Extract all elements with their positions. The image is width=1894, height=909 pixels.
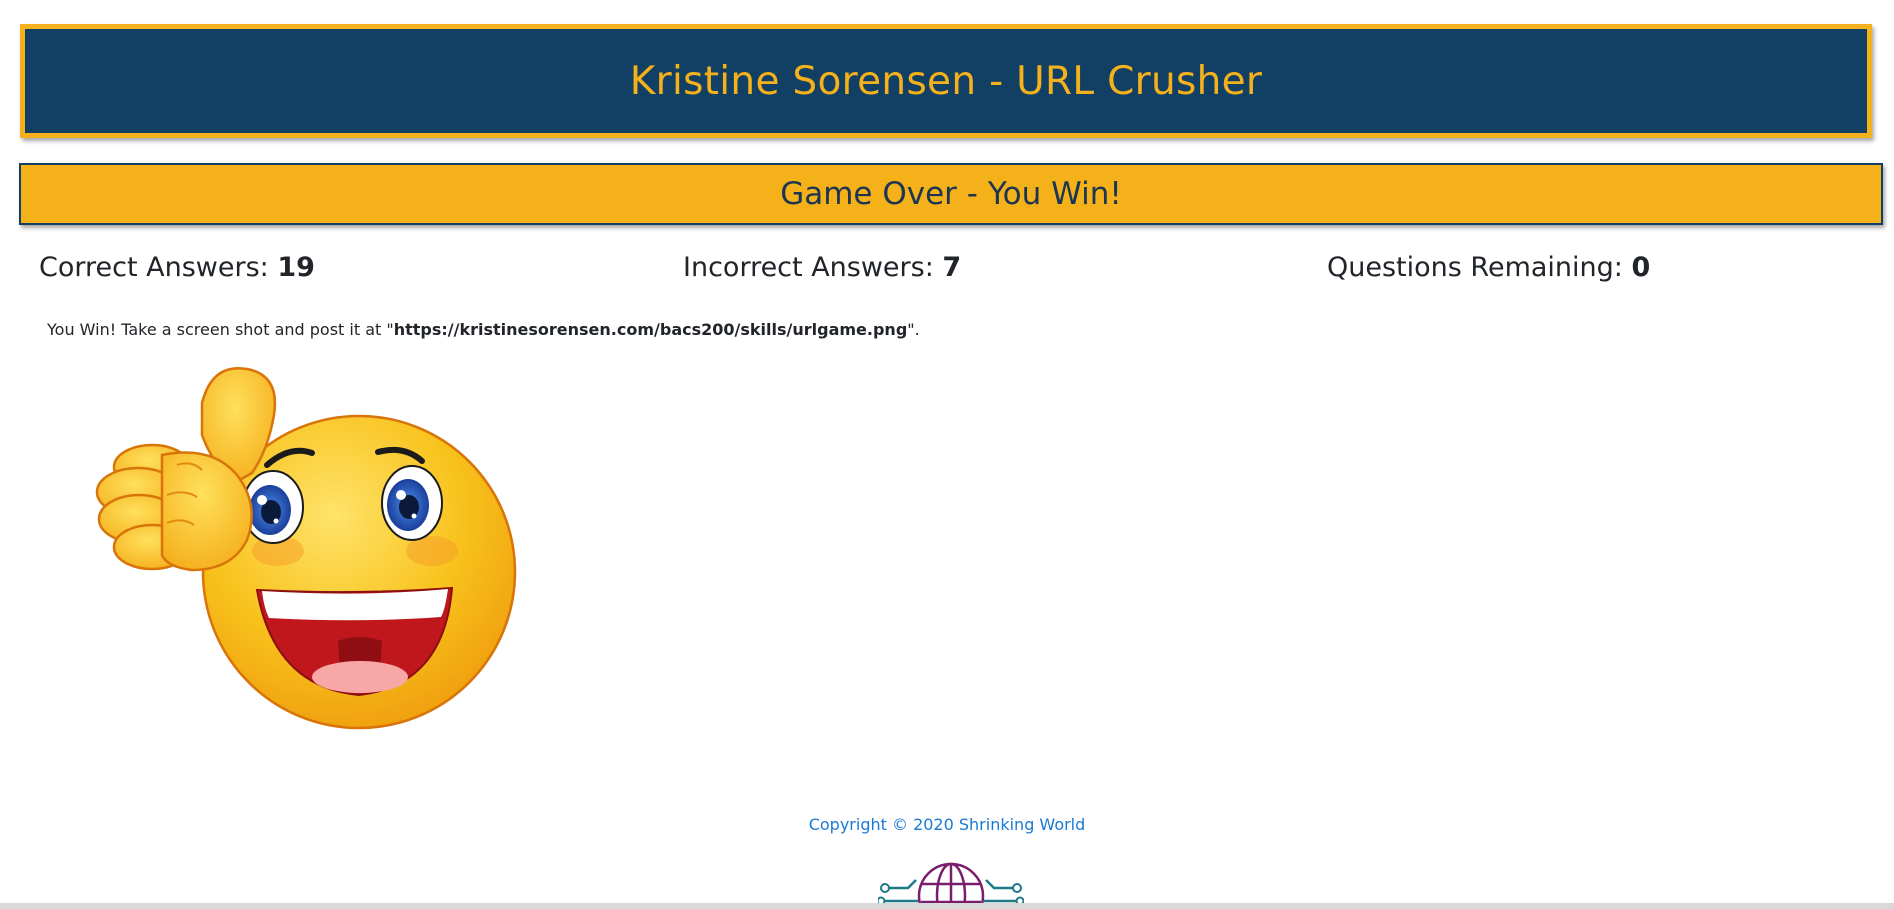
win-message: You Win! Take a screen shot and post it …: [47, 320, 920, 339]
thumbs-up-smiley-icon: [62, 365, 522, 735]
score-stats: Correct Answers: 19 Incorrect Answers: 7…: [0, 252, 1894, 292]
win-message-suffix: ".: [907, 320, 920, 339]
correct-answers-value: 19: [277, 252, 315, 283]
questions-remaining-stat: Questions Remaining: 0: [1327, 252, 1650, 283]
page: Kristine Sorensen - URL Crusher Game Ove…: [0, 0, 1894, 909]
game-status-text: Game Over - You Win!: [780, 176, 1122, 212]
horizontal-scrollbar[interactable]: [0, 903, 1894, 909]
questions-remaining-label: Questions Remaining:: [1327, 252, 1623, 283]
game-status-banner: Game Over - You Win!: [19, 163, 1883, 225]
correct-answers-stat: Correct Answers: 19: [39, 252, 315, 283]
win-message-prefix: You Win! Take a screen shot and post it …: [47, 320, 394, 339]
incorrect-answers-value: 7: [942, 252, 962, 283]
correct-answers-label: Correct Answers:: [39, 252, 269, 283]
footer-copyright: Copyright © 2020 Shrinking World: [808, 815, 1086, 834]
screenshot-url: https://kristinesorensen.com/bacs200/ski…: [393, 320, 908, 339]
page-title: Kristine Sorensen - URL Crusher: [629, 58, 1263, 104]
incorrect-answers-stat: Incorrect Answers: 7: [683, 252, 961, 283]
globe-circuit-logo-icon: [878, 858, 1024, 909]
page-header: Kristine Sorensen - URL Crusher: [20, 24, 1872, 138]
incorrect-answers-label: Incorrect Answers:: [683, 252, 934, 283]
questions-remaining-value: 0: [1631, 252, 1651, 283]
